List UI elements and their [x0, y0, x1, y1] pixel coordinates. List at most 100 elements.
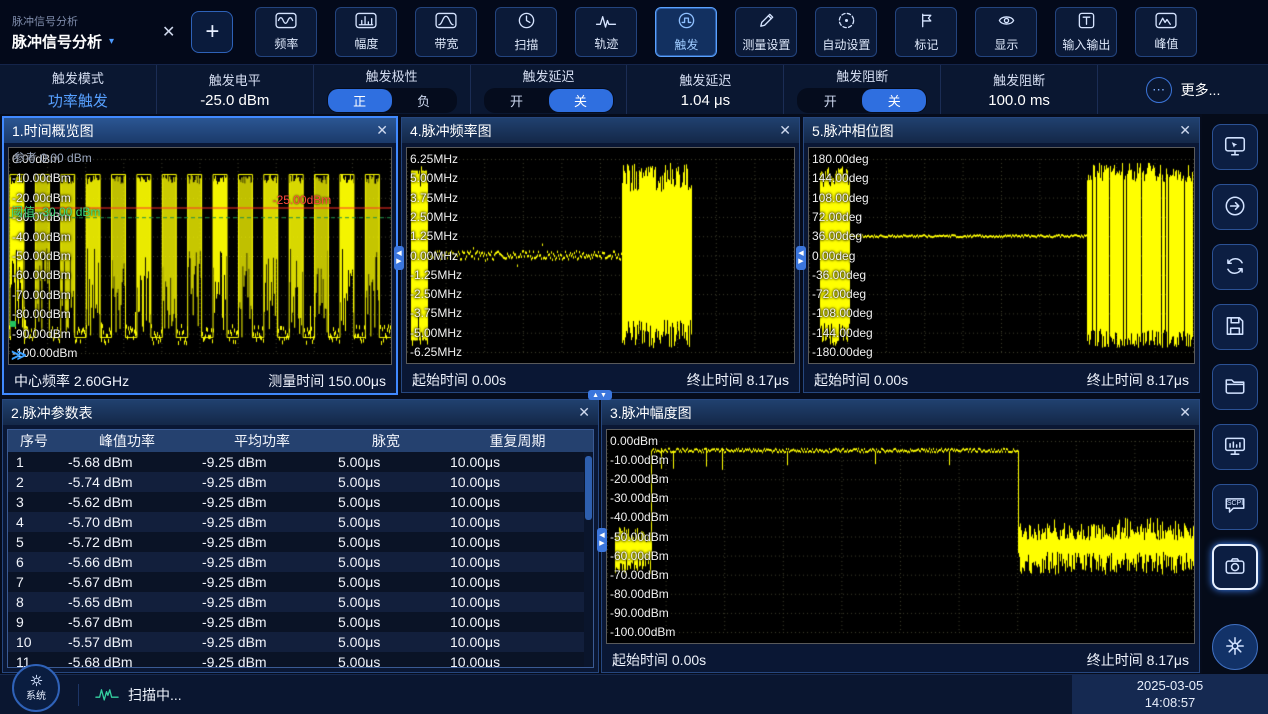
scpi-button[interactable]: SCPI	[1212, 484, 1258, 530]
scan-status-label: 扫描中...	[128, 685, 182, 705]
holdoff-off-option[interactable]: 关	[862, 89, 926, 112]
table-row[interactable]: 2-5.74 dBm-9.25 dBm5.00μs10.00μs	[8, 472, 593, 492]
status-bar: 系统 扫描中... 2025-03-05 14:08:57	[0, 674, 1268, 714]
measure-settings-button[interactable]: 测量设置	[735, 7, 797, 57]
trigger-level-group[interactable]: 触发电平 -25.0 dBm	[157, 65, 314, 114]
top-bar: 脉冲信号分析 脉冲信号分析 ▾ ✕ + 频率 幅度 带宽 扫描	[0, 0, 1268, 64]
trigger-polarity-toggle[interactable]: 正 负	[327, 88, 457, 113]
table-row[interactable]: 6-5.66 dBm-9.25 dBm5.00μs10.00μs	[8, 552, 593, 572]
io-button[interactable]: 输入输出	[1055, 7, 1117, 57]
close-icon[interactable]: ✕	[779, 122, 791, 139]
panel-amp-titlebar[interactable]: 3.脉冲幅度图 ✕	[602, 400, 1199, 425]
bandwidth-button[interactable]: 带宽	[415, 7, 477, 57]
auto-set-button[interactable]: 自动设置	[815, 7, 877, 57]
panel-time-title: 1.时间概览图	[12, 121, 94, 141]
table-cell: 5.00μs	[330, 652, 442, 668]
polarity-negative-option[interactable]: 负	[392, 89, 456, 112]
trigger-mode-value[interactable]: 功率触发	[48, 90, 108, 111]
table-row[interactable]: 11-5.68 dBm-9.25 dBm5.00μs10.00μs	[8, 652, 593, 668]
preset-button[interactable]	[1212, 124, 1258, 170]
splitter-handle[interactable]: ▲▼	[588, 390, 612, 400]
display-button[interactable]: 显示	[975, 7, 1037, 57]
trigger-delay-toggle[interactable]: 开 关	[484, 88, 614, 113]
frequency-button[interactable]: 频率	[255, 7, 317, 57]
trigger-mode-group[interactable]: 触发模式 功率触发	[0, 65, 157, 114]
trigger-holdoff-toggle-group: 触发阻断 开 关	[784, 65, 941, 114]
table-row[interactable]: 5-5.72 dBm-9.25 dBm5.00μs10.00μs	[8, 532, 593, 552]
table-row[interactable]: 1-5.68 dBm-9.25 dBm5.00μs10.00μs	[8, 452, 593, 472]
table-cell: -9.25 dBm	[194, 452, 330, 472]
table-cell: -9.25 dBm	[194, 652, 330, 668]
splitter-handle[interactable]: ◀▶	[796, 246, 806, 270]
table-cell: -5.62 dBm	[60, 492, 194, 512]
polarity-positive-option[interactable]: 正	[328, 89, 392, 112]
trigger-delay-value[interactable]: 1.04 μs	[681, 92, 731, 109]
holdoff-on-option[interactable]: 开	[798, 89, 862, 112]
table-row[interactable]: 4-5.70 dBm-9.25 dBm5.00μs10.00μs	[8, 512, 593, 532]
pulse-frequency-canvas	[407, 148, 794, 363]
save-button[interactable]	[1212, 304, 1258, 350]
add-tab-button[interactable]: +	[191, 11, 233, 53]
table-row[interactable]: 7-5.67 dBm-9.25 dBm5.00μs10.00μs	[8, 572, 593, 592]
forward-button[interactable]	[1212, 184, 1258, 230]
trigger-icon	[677, 11, 696, 33]
pulse-phase-canvas	[809, 148, 1194, 363]
sweep-icon	[517, 11, 536, 33]
trigger-holdoff-value[interactable]: 100.0 ms	[988, 92, 1050, 109]
sweep-button[interactable]: 扫描	[495, 7, 557, 57]
measure-settings-icon	[757, 11, 776, 33]
trigger-polarity-group: 触发极性 正 负	[314, 65, 471, 114]
chevron-down-icon[interactable]: ▾	[109, 36, 114, 47]
trigger-delay-value-group[interactable]: 触发延迟 1.04 μs	[627, 65, 784, 114]
panel-pulse-frequency: 4.脉冲频率图 ✕ 6.25MHz5.00MHz3.75MHz2.50MHz1.…	[401, 117, 800, 393]
splitter-handle[interactable]: ◀▶	[394, 246, 404, 270]
pulse-amplitude-canvas	[607, 430, 1194, 643]
table-cell: -5.72 dBm	[60, 532, 194, 552]
window-layout-button[interactable]	[1212, 424, 1258, 470]
display-label: 显示	[994, 36, 1018, 53]
preset-icon	[1223, 134, 1247, 161]
scan-status: 扫描中...	[95, 685, 182, 705]
trace-button[interactable]: 轨迹	[575, 7, 637, 57]
system-button[interactable]: 系统	[12, 664, 60, 712]
panel-table-titlebar[interactable]: 2.脉冲参数表 ✕	[3, 400, 598, 425]
refresh-button[interactable]	[1212, 244, 1258, 290]
col-pulse-width: 脉宽	[330, 430, 442, 452]
trigger-button[interactable]: 触发	[655, 7, 717, 57]
amplitude-button[interactable]: 幅度	[335, 7, 397, 57]
system-settings-button[interactable]	[1212, 624, 1258, 670]
table-scrollbar[interactable]	[584, 452, 593, 667]
table-cell: 5	[8, 532, 60, 552]
app-title-block[interactable]: 脉冲信号分析 脉冲信号分析 ▾	[12, 13, 160, 52]
table-row[interactable]: 9-5.67 dBm-9.25 dBm5.00μs10.00μs	[8, 612, 593, 632]
scrollbar-thumb[interactable]	[585, 456, 592, 520]
panel-time-titlebar[interactable]: 1.时间概览图 ✕	[4, 118, 396, 143]
close-icon[interactable]: ✕	[578, 404, 590, 421]
more-button[interactable]: ⋯ 更多...	[1098, 65, 1268, 114]
screenshot-button[interactable]	[1212, 544, 1258, 590]
splitter-handle[interactable]: ◀▶	[597, 528, 607, 552]
table-row[interactable]: 10-5.57 dBm-9.25 dBm5.00μs10.00μs	[8, 632, 593, 652]
trigger-level-value[interactable]: -25.0 dBm	[200, 92, 269, 109]
trigger-holdoff-value-group[interactable]: 触发阻断 100.0 ms	[941, 65, 1098, 114]
panel-freq-titlebar[interactable]: 4.脉冲频率图 ✕	[402, 118, 799, 143]
trigger-holdoff-toggle[interactable]: 开 关	[797, 88, 927, 113]
delay-on-option[interactable]: 开	[485, 89, 549, 112]
bandwidth-icon	[434, 12, 458, 32]
table-row[interactable]: 8-5.65 dBm-9.25 dBm5.00μs10.00μs	[8, 592, 593, 612]
close-icon[interactable]: ✕	[376, 122, 388, 139]
marker-button[interactable]: 标记	[895, 7, 957, 57]
peak-label: 峰值	[1154, 35, 1178, 52]
panel-phase-title: 5.脉冲相位图	[812, 121, 894, 141]
close-icon[interactable]: ✕	[1179, 122, 1191, 139]
tab-close-icon[interactable]: ✕	[162, 22, 175, 42]
peak-button[interactable]: 峰值	[1135, 7, 1197, 57]
marker-arrows-icon[interactable]: ≫	[11, 346, 27, 364]
table-row[interactable]: 3-5.62 dBm-9.25 dBm5.00μs10.00μs	[8, 492, 593, 512]
time-overview-footer: 中心频率 2.60GHz 测量时间 150.00μs	[4, 369, 396, 393]
open-file-button[interactable]	[1212, 364, 1258, 410]
panel-phase-titlebar[interactable]: 5.脉冲相位图 ✕	[804, 118, 1199, 143]
marker-icon	[917, 11, 936, 33]
delay-off-option[interactable]: 关	[549, 89, 613, 112]
close-icon[interactable]: ✕	[1179, 404, 1191, 421]
